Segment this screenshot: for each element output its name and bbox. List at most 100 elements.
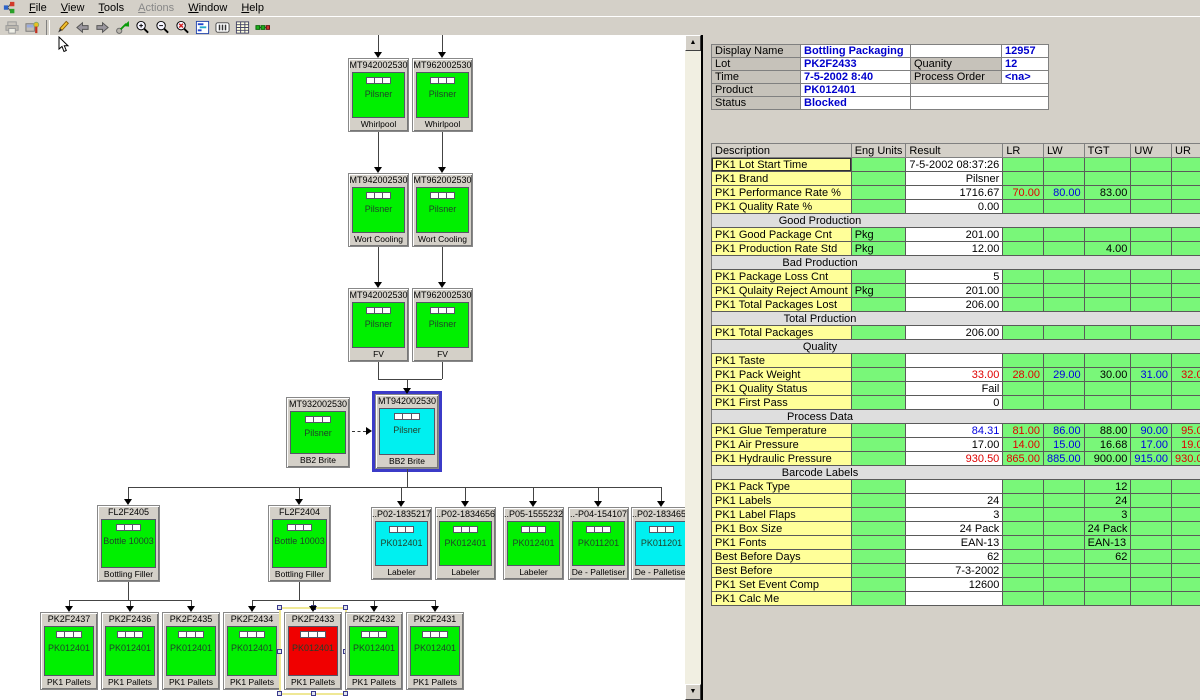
grid-cell[interactable]: 80.00 — [1043, 186, 1084, 200]
grid-cell[interactable] — [1043, 578, 1084, 592]
grid-cell-description[interactable]: PK1 Pack Type — [712, 480, 852, 494]
diagram-node-mt962002530[interactable]: MT962002530PilsnerWort Cooling — [412, 173, 473, 247]
grid-cell[interactable] — [1043, 242, 1084, 256]
grid-cell[interactable] — [1172, 284, 1200, 298]
scroll-down-button[interactable]: ▼ — [685, 684, 701, 700]
grid-cell-result[interactable] — [906, 354, 1003, 368]
grid-cell-eng-units[interactable] — [851, 172, 906, 186]
grid-cell[interactable]: 885.00 — [1043, 452, 1084, 466]
grid-cell-result[interactable]: EAN-13 — [906, 536, 1003, 550]
grid-cell[interactable] — [1043, 396, 1084, 410]
grid-cell[interactable] — [1172, 396, 1200, 410]
printer-button[interactable] — [3, 19, 22, 37]
grid-cell[interactable] — [1131, 522, 1172, 536]
grid-cell[interactable]: 12 — [1084, 480, 1131, 494]
grid-cell[interactable] — [1043, 382, 1084, 396]
grid-cell[interactable] — [1084, 298, 1131, 312]
grid-cell[interactable]: 24 — [1084, 494, 1131, 508]
diagram-node-mt932002530[interactable]: MT932002530PilsnerBB2 Brite — [286, 397, 350, 468]
grid-cell[interactable] — [1131, 228, 1172, 242]
selection-handle[interactable] — [277, 691, 282, 696]
grid-cell[interactable]: 28.00 — [1003, 368, 1044, 382]
grid-cell-result[interactable]: 201.00 — [906, 228, 1003, 242]
grid-cell[interactable] — [1043, 508, 1084, 522]
grid-cell[interactable]: 900.00 — [1084, 452, 1131, 466]
edit-pencil-button[interactable] — [53, 19, 72, 37]
grid-cell[interactable] — [1084, 354, 1131, 368]
grid-cell[interactable]: 32.00 — [1172, 368, 1200, 382]
grid-cell[interactable] — [1043, 564, 1084, 578]
grid-cell[interactable]: 30.00 — [1084, 368, 1131, 382]
grid-cell-eng-units[interactable] — [851, 438, 906, 452]
grid-cell[interactable] — [1003, 298, 1044, 312]
grid-cell-description[interactable]: PK1 Total Packages Lost — [712, 298, 852, 312]
genealogy-button[interactable] — [253, 19, 272, 37]
grid-cell-result[interactable]: 1716.67 — [906, 186, 1003, 200]
grid-cell[interactable] — [1043, 354, 1084, 368]
grid-cell-result[interactable]: 17.00 — [906, 438, 1003, 452]
grid-cell[interactable] — [1084, 326, 1131, 340]
diagram-node-mt942002530[interactable]: MT942002530PilsnerBB2 Brite — [375, 394, 439, 469]
grid-cell[interactable] — [1131, 536, 1172, 550]
grid-cell[interactable]: 3 — [1084, 508, 1131, 522]
grid-cell[interactable]: 81.00 — [1003, 424, 1044, 438]
grid-cell[interactable] — [1172, 186, 1200, 200]
grid-cell[interactable] — [1131, 200, 1172, 214]
grid-cell-result[interactable]: 201.00 — [906, 284, 1003, 298]
grid-cell[interactable] — [1043, 522, 1084, 536]
grid-cell-eng-units[interactable] — [851, 270, 906, 284]
grid-cell-eng-units[interactable] — [851, 396, 906, 410]
scroll-up-button[interactable]: ▲ — [685, 35, 701, 51]
grid-cell[interactable]: 29.00 — [1043, 368, 1084, 382]
grid-cell[interactable] — [1003, 508, 1044, 522]
grid-cell[interactable] — [1084, 172, 1131, 186]
zoom-out-button[interactable] — [153, 19, 172, 37]
grid-cell[interactable] — [1172, 354, 1200, 368]
selection-handle[interactable] — [343, 605, 348, 610]
grid-cell[interactable] — [1131, 284, 1172, 298]
grid-cell-result[interactable]: 3 — [906, 508, 1003, 522]
grid-cell-result[interactable]: 24 Pack — [906, 522, 1003, 536]
grid-cell-result[interactable]: 0 — [906, 396, 1003, 410]
grid-cell-eng-units[interactable] — [851, 550, 906, 564]
grid-cell-description[interactable]: PK1 Air Pressure — [712, 438, 852, 452]
diagram-vertical-scrollbar[interactable]: ▲ ▼ — [685, 35, 701, 700]
grid-cell[interactable] — [1172, 508, 1200, 522]
grid-cell-result[interactable]: 7-5-2002 08:37:26 — [906, 158, 1003, 172]
grid-cell[interactable] — [1003, 382, 1044, 396]
grid-cell[interactable]: 90.00 — [1131, 424, 1172, 438]
grid-cell[interactable] — [1003, 494, 1044, 508]
grid-cell[interactable] — [1003, 242, 1044, 256]
grid-cell[interactable] — [1172, 564, 1200, 578]
grid-cell[interactable] — [1003, 172, 1044, 186]
drill-down-button[interactable] — [113, 19, 132, 37]
grid-cell[interactable] — [1084, 396, 1131, 410]
grid-cell[interactable] — [1131, 270, 1172, 284]
diagram-node-p021835217[interactable]: ..P02-1835217PK012401Labeler — [371, 507, 432, 580]
navigate-forward-button[interactable] — [93, 19, 112, 37]
menu-item-window[interactable]: Window — [181, 1, 234, 15]
navigate-back-button[interactable] — [73, 19, 92, 37]
grid-cell[interactable] — [1084, 200, 1131, 214]
grid-cell-result[interactable]: Pilsner — [906, 172, 1003, 186]
grid-cell[interactable] — [1003, 354, 1044, 368]
grid-cell-description[interactable]: PK1 Production Rate Std — [712, 242, 852, 256]
grid-cell-eng-units[interactable] — [851, 578, 906, 592]
grid-cell[interactable] — [1043, 494, 1084, 508]
grid-cell[interactable] — [1172, 550, 1200, 564]
grid-cell-description[interactable]: PK1 Calc Me — [712, 592, 852, 606]
grid-cell-eng-units[interactable] — [851, 298, 906, 312]
grid-cell-description[interactable]: PK1 Fonts — [712, 536, 852, 550]
grid-cell[interactable] — [1003, 228, 1044, 242]
grid-cell[interactable] — [1003, 158, 1044, 172]
grid-cell[interactable] — [1084, 578, 1131, 592]
grid-cell[interactable] — [1172, 158, 1200, 172]
grid-cell[interactable] — [1172, 592, 1200, 606]
grid-cell-result[interactable]: 62 — [906, 550, 1003, 564]
grid-cell[interactable] — [1043, 200, 1084, 214]
grid-cell[interactable] — [1172, 172, 1200, 186]
grid-cell[interactable] — [1003, 578, 1044, 592]
diagram-node-p04154107[interactable]: ..-P04-154107PK011201De - Palletiser — [568, 507, 629, 580]
grid-cell[interactable]: 16.68 — [1084, 438, 1131, 452]
grid-cell[interactable]: 95.00 — [1172, 424, 1200, 438]
